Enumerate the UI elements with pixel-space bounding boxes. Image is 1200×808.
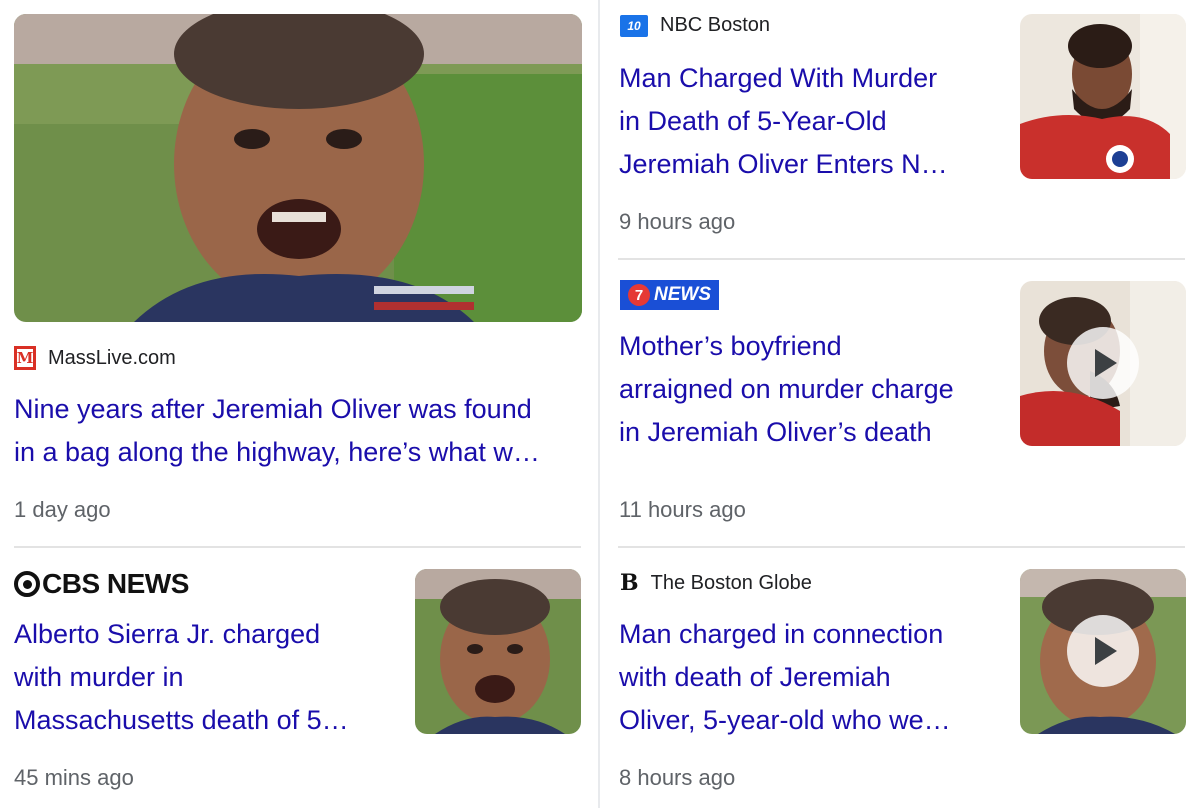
headline-line: Jeremiah Oliver Enters N… bbox=[619, 149, 948, 179]
headline-line: in Death of 5-Year-Old bbox=[619, 106, 887, 136]
article-timestamp: 8 hours ago bbox=[619, 765, 736, 790]
article-timestamp: 11 hours ago bbox=[619, 497, 746, 522]
man-red-shirt-image bbox=[1020, 14, 1186, 179]
7news-logo-icon: 7 NEWS bbox=[620, 280, 719, 310]
boy-portrait-large-image bbox=[14, 14, 582, 322]
headline-line: Oliver, 5-year-old who we… bbox=[619, 705, 951, 735]
article-source: 10 NBC Boston bbox=[620, 14, 770, 37]
headline-line: in a bag along the highway, here’s what … bbox=[14, 437, 540, 467]
boy-portrait-image bbox=[415, 569, 581, 734]
column-divider bbox=[598, 0, 600, 808]
boston-globe-logo-icon: B bbox=[620, 570, 639, 596]
article-source: B The Boston Globe bbox=[620, 570, 812, 596]
headline-line: Alberto Sierra Jr. charged bbox=[14, 619, 321, 649]
masslive-logo-icon: M bbox=[14, 346, 36, 370]
article-source: 7 NEWS bbox=[620, 280, 719, 310]
headline-line: Massachusetts death of 5… bbox=[14, 705, 349, 735]
cbs-eye-icon bbox=[14, 571, 40, 597]
play-icon[interactable] bbox=[1067, 327, 1139, 399]
headline-line: Mother’s boyfriend bbox=[619, 331, 842, 361]
headline-line: Nine years after Jeremiah Oliver was fou… bbox=[14, 394, 532, 424]
headline-line: Man charged in connection bbox=[619, 619, 944, 649]
article-headline[interactable]: Nine years after Jeremiah Oliver was fou… bbox=[14, 388, 540, 474]
article-headline[interactable]: Man Charged With Murder in Death of 5-Ye… bbox=[619, 57, 948, 186]
nbc-boston-logo-icon: 10 bbox=[620, 14, 648, 37]
7news-logo-text: NEWS bbox=[654, 284, 711, 305]
headline-line: Man Charged With Murder bbox=[619, 63, 938, 93]
headline-line: with death of Jeremiah bbox=[619, 662, 891, 692]
article-timestamp: 45 mins ago bbox=[14, 765, 134, 790]
play-icon[interactable] bbox=[1067, 615, 1139, 687]
article-headline[interactable]: Mother’s boyfriend arraigned on murder c… bbox=[619, 325, 954, 454]
article-timestamp: 9 hours ago bbox=[619, 209, 736, 234]
article-timestamp: 1 day ago bbox=[14, 497, 111, 522]
7news-badge: 7 bbox=[628, 284, 650, 306]
article-thumbnail[interactable] bbox=[1020, 14, 1186, 179]
article-source: M MassLive.com bbox=[14, 346, 176, 370]
source-name: MassLive.com bbox=[48, 346, 176, 369]
row-divider-left bbox=[14, 546, 581, 548]
headline-line: with murder in bbox=[14, 662, 184, 692]
article-headline[interactable]: Alberto Sierra Jr. charged with murder i… bbox=[14, 613, 349, 742]
headline-line: arraigned on murder charge bbox=[619, 374, 954, 404]
cbs-logo-text: CBS NEWS bbox=[42, 568, 189, 599]
article-thumbnail[interactable] bbox=[415, 569, 581, 734]
source-name: NBC Boston bbox=[660, 14, 771, 36]
headline-line: in Jeremiah Oliver’s death bbox=[619, 417, 932, 447]
row-divider-right-bottom bbox=[618, 546, 1185, 548]
source-name: The Boston Globe bbox=[650, 571, 812, 594]
article-headline[interactable]: Man charged in connection with death of … bbox=[619, 613, 951, 742]
article-video-thumbnail[interactable] bbox=[1020, 281, 1186, 446]
cbs-news-logo-icon: CBS NEWS bbox=[14, 568, 189, 600]
article-video-thumbnail[interactable] bbox=[1020, 569, 1186, 734]
row-divider-right-top bbox=[618, 258, 1185, 260]
article-source: CBS NEWS bbox=[14, 568, 189, 600]
article-image-boy-large[interactable] bbox=[14, 14, 582, 322]
